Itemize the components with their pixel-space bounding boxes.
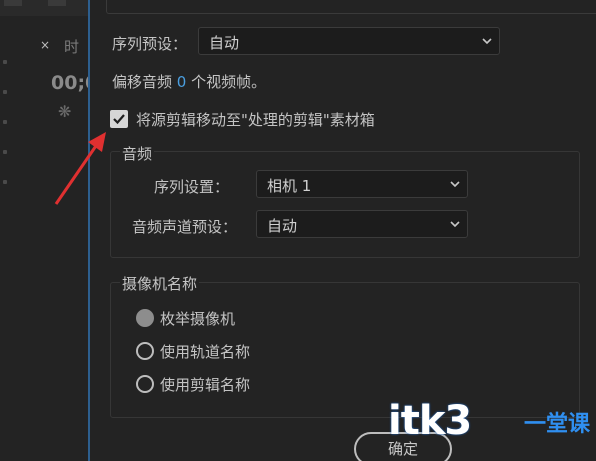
watermark-logo: itk3 一堂课 (388, 398, 596, 461)
sequence-preset-value: 自动 (209, 34, 240, 52)
chevron-down-icon (450, 181, 460, 188)
camera-names-title: 摄像机名称 (120, 273, 200, 294)
offset-audio-suffix: 个视频帧。 (191, 73, 267, 91)
offset-audio-prefix: 偏移音频 (112, 73, 173, 91)
channel-preset-label: 音频声道预设： (132, 218, 238, 236)
use-clip-names-label[interactable]: 使用剪辑名称 (160, 374, 250, 395)
background-block (48, 0, 66, 6)
sequence-preset-dropdown[interactable]: 自动 (198, 27, 500, 55)
use-track-names-radio[interactable] (136, 342, 154, 360)
use-track-names-label[interactable]: 使用轨道名称 (160, 341, 250, 362)
offset-audio-text: 偏移音频 0 个视频帧。 (112, 71, 266, 92)
background-panel: × 时 00;0 ❋ (0, 0, 98, 461)
top-panel-edge (106, 0, 596, 14)
sequence-settings-value: 相机 1 (267, 177, 312, 195)
enumerate-cameras-label[interactable]: 枚举摄像机 (160, 308, 235, 329)
move-source-checkbox[interactable] (110, 110, 128, 128)
enumerate-cameras-radio[interactable] (136, 309, 154, 327)
multicam-dialog: 序列预设： 自动 偏移音频 0 个视频帧。 将源剪辑移动至"处理的剪辑"素材箱 … (90, 0, 596, 461)
sequence-preset-label: 序列预设： (112, 35, 188, 53)
chevron-down-icon (482, 38, 492, 45)
use-clip-names-radio[interactable] (136, 375, 154, 393)
timeline-tab-label[interactable]: 时 (64, 36, 79, 57)
timeline-tab-close-icon[interactable]: × (40, 38, 50, 52)
background-block (4, 0, 22, 6)
track-markers (0, 60, 14, 210)
magnet-icon[interactable]: ❋ (58, 102, 71, 121)
annotation-arrow-icon (54, 132, 106, 205)
background-top-strip (0, 0, 88, 16)
audio-group (110, 151, 580, 258)
watermark-latin: itk3 (388, 398, 472, 444)
offset-audio-count[interactable]: 0 (177, 73, 187, 91)
audio-group-title: 音频 (120, 143, 155, 164)
checkmark-icon (113, 114, 125, 125)
watermark-cn: 一堂课 (524, 412, 591, 437)
chevron-down-icon (450, 221, 460, 228)
move-source-label[interactable]: 将源剪辑移动至"处理的剪辑"素材箱 (136, 109, 375, 130)
sequence-settings-label: 序列设置： (154, 178, 230, 196)
sequence-settings-dropdown[interactable]: 相机 1 (256, 170, 468, 198)
channel-preset-value: 自动 (267, 217, 298, 235)
channel-preset-dropdown[interactable]: 自动 (256, 210, 468, 238)
